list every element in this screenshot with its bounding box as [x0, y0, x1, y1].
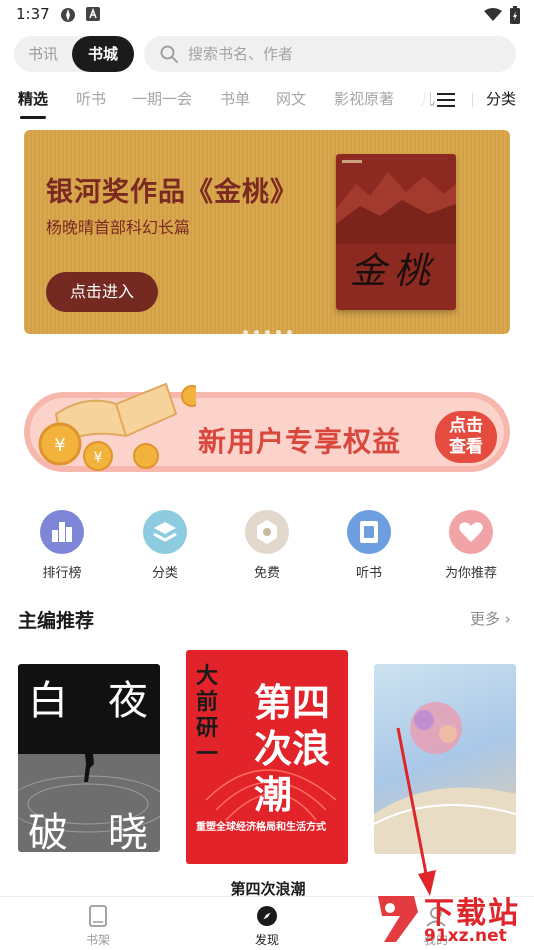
site-watermark: 下载站 91xz.net [368, 886, 534, 950]
segment-bookstore[interactable]: 书城 [72, 36, 134, 72]
carousel-dot[interactable] [242, 330, 248, 334]
chevron-right-icon: › [504, 610, 511, 628]
battery-icon [510, 6, 520, 24]
cover-calligraphy: 金桃 [350, 251, 439, 292]
tab-web-novels[interactable]: 网文 [276, 88, 306, 109]
section-more-link[interactable]: 更多 › [470, 608, 511, 629]
quick-free[interactable]: 免费 [222, 510, 312, 581]
status-time: 1:37 [16, 5, 50, 23]
status-bar: 1:37 [0, 0, 534, 30]
watermark-logo-icon [378, 896, 418, 942]
book1-char2: 夜 [108, 678, 148, 724]
app-notification-icon [61, 8, 75, 22]
segment-news[interactable]: 书讯 [14, 36, 72, 72]
quick-label: 分类 [151, 566, 178, 581]
tab-audiobooks[interactable]: 听书 [76, 88, 106, 109]
tab-booklists[interactable]: 书单 [220, 88, 250, 109]
banner-subtitle: 杨晚晴首部科幻长篇 [46, 218, 191, 237]
compass-icon [257, 906, 277, 926]
book1-char1: 白 [28, 678, 68, 724]
quick-entries: 排行榜 分类 免费 听书 为你推荐 [0, 510, 534, 581]
book-cover-2[interactable]: 大前研一 第四次浪潮 重塑全球经济格局和生活方式 [186, 650, 348, 864]
book2-cover-title: 第四次浪潮 [254, 681, 331, 817]
book2-tagline: 重塑全球经济格局和生活方式 [196, 822, 326, 833]
carousel-dot[interactable] [264, 330, 270, 334]
quick-label: 听书 [355, 566, 382, 581]
quick-audiobook[interactable]: 听书 [324, 510, 414, 581]
annotation-arrow [396, 727, 436, 896]
promo-view-button[interactable]: 点击 查看 [432, 408, 500, 466]
svg-text:¥: ¥ [54, 435, 65, 456]
nav-label: 书架 [85, 933, 110, 947]
tab-featured[interactable]: 精选 [18, 88, 48, 109]
banner-enter-button[interactable]: 点击进入 [46, 272, 158, 312]
category-link[interactable]: 分类 [486, 88, 516, 109]
bookshelf-icon [89, 905, 107, 927]
banner-book-cover: 金桃 [336, 154, 456, 310]
carousel-dot[interactable] [286, 330, 292, 334]
quick-recommend[interactable]: 为你推荐 [426, 510, 516, 581]
carousel-dot[interactable] [253, 330, 259, 334]
active-tab-indicator [20, 116, 46, 119]
banner-title: 银河奖作品《金桃》 [46, 177, 298, 208]
quick-label: 为你推荐 [444, 566, 497, 581]
search-input[interactable] [188, 36, 498, 72]
tab-adaptations[interactable]: 影视原著 [334, 88, 394, 109]
section-title: 主编推荐 [18, 610, 95, 632]
search-icon [160, 45, 178, 63]
channel-tabs: 精选 听书 一期一会 书单 网文 影视原著 儿 分类 [0, 88, 534, 120]
carousel-dots [24, 320, 510, 334]
book2-author: 大前研一 [196, 664, 219, 767]
promo-button-line2: 查看 [449, 437, 483, 457]
wifi-icon [484, 8, 502, 21]
free-icon [245, 510, 289, 554]
tab-fade [400, 88, 430, 114]
hero-banner[interactable]: 银河奖作品《金桃》 杨晚晴首部科幻长篇 点击进入 金桃 [24, 130, 510, 334]
tab-divider [472, 93, 473, 107]
nav-label: 发现 [254, 933, 279, 947]
nav-discover[interactable]: 发现 [227, 905, 307, 948]
menu-icon[interactable] [436, 92, 456, 108]
quick-label: 免费 [253, 566, 280, 581]
svg-text:¥: ¥ [94, 450, 103, 466]
quick-ranking[interactable]: 排行榜 [17, 510, 107, 581]
segment-control: 书讯 书城 [14, 36, 134, 72]
search-bar[interactable] [144, 36, 516, 72]
quick-label: 排行榜 [42, 566, 82, 581]
coins-book-icon: ¥ ¥ [38, 382, 196, 471]
carousel-dot[interactable] [275, 330, 281, 334]
book1-char3: 破 [28, 810, 68, 852]
app-a-icon [86, 7, 100, 21]
promo-text: 新用户专享权益 [198, 425, 402, 458]
ranking-icon [40, 510, 84, 554]
category-icon [143, 510, 187, 554]
promo-button-line1: 点击 [449, 416, 483, 436]
tab-yiqiyihui[interactable]: 一期一会 [132, 88, 192, 109]
quick-category[interactable]: 分类 [120, 510, 210, 581]
book1-char4: 晓 [108, 810, 148, 852]
book-cover-1[interactable]: 白 夜 破 晓 [18, 664, 160, 852]
nav-bookshelf[interactable]: 书架 [58, 905, 138, 948]
audiobook-icon [347, 510, 391, 554]
heart-icon [449, 510, 493, 554]
more-label: 更多 [470, 610, 501, 628]
watermark-url: 91xz.net [424, 926, 507, 946]
